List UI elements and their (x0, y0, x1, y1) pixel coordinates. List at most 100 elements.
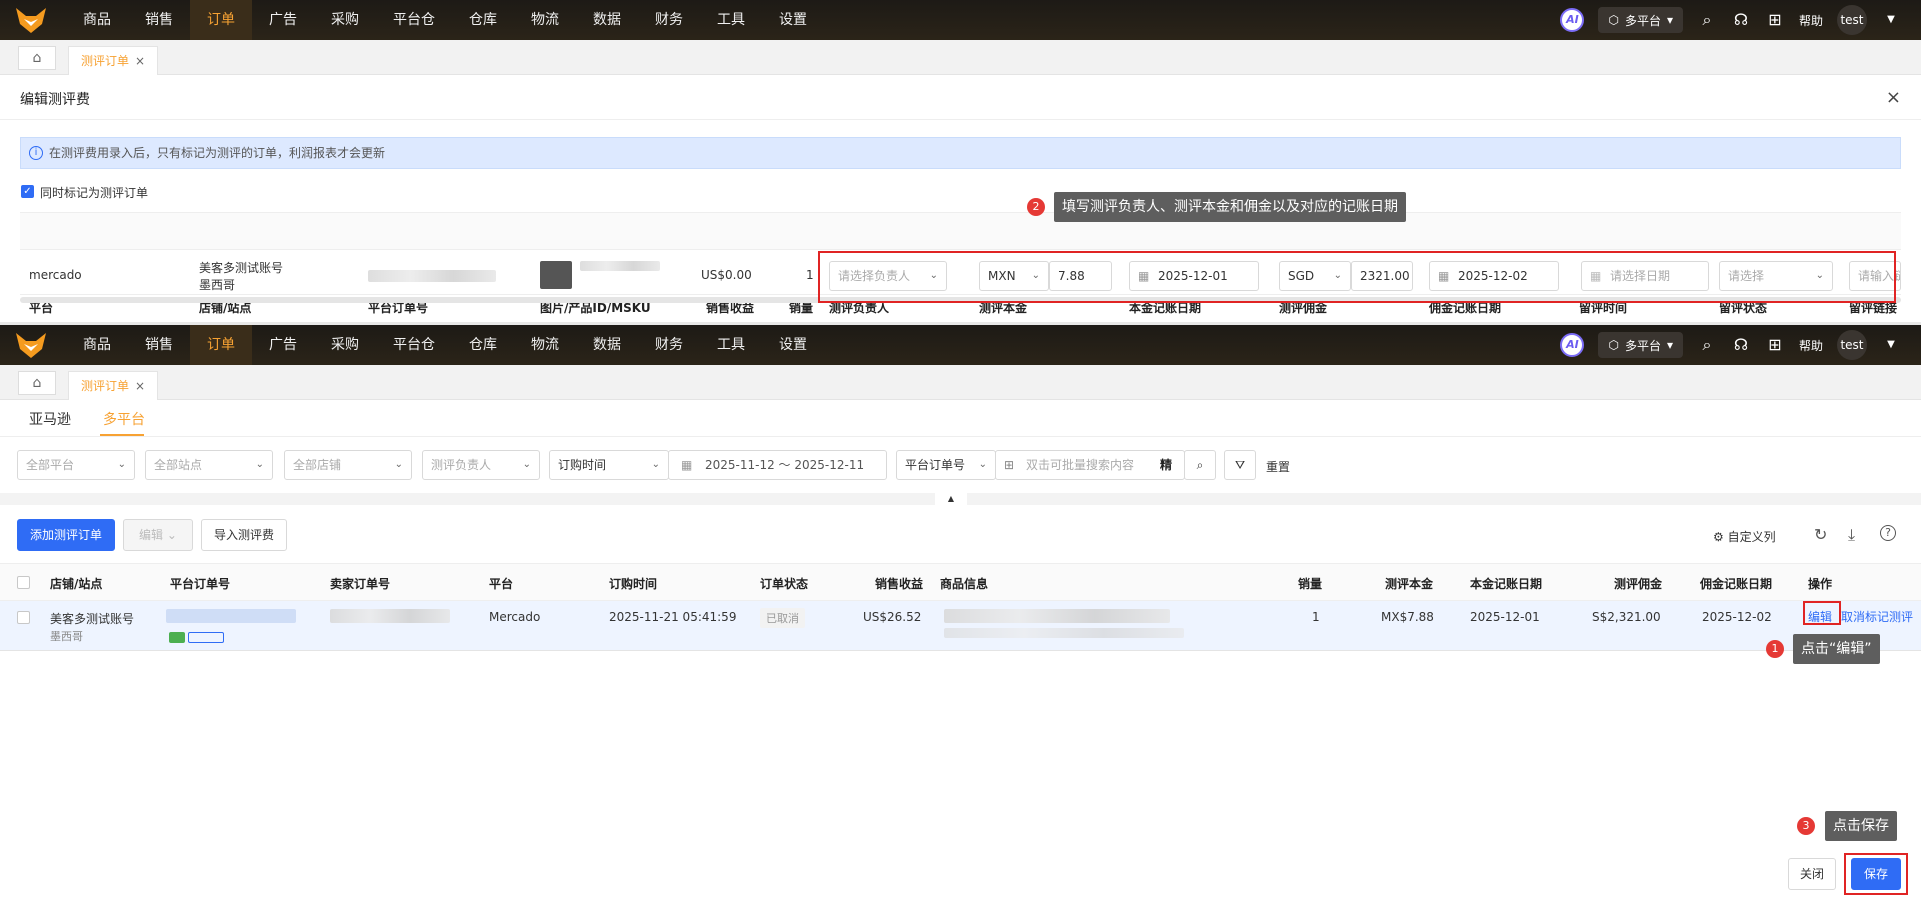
search-type-select[interactable]: 平台订单号 ⌄ (896, 450, 996, 480)
row-commission: S$2,321.00 (1592, 610, 1661, 624)
nav-item[interactable]: 工具 (700, 325, 762, 365)
custom-columns-button[interactable]: ⚙ 自定义列 (1713, 528, 1776, 545)
apps-grid-icon[interactable]: ⊞ (1765, 10, 1785, 30)
nav-item[interactable]: 仓库 (452, 325, 514, 365)
tab-label: 测评订单 (81, 54, 130, 68)
modal-title: 编辑测评费 (20, 92, 90, 108)
bulk-edit-button[interactable]: 编辑 ⌄ (123, 519, 193, 551)
import-fee-button[interactable]: 导入测评费 (201, 519, 287, 551)
caret-down-icon: ▾ (1666, 338, 1673, 352)
select-all-checkbox[interactable] (17, 576, 30, 589)
list-column-header: 测评佣金 (1614, 577, 1663, 591)
close-button[interactable]: 关闭 (1788, 858, 1836, 890)
redacted-seller-order (330, 609, 450, 623)
cube-icon: ⬡ (1608, 338, 1619, 352)
nav-item[interactable]: 工具 (700, 0, 762, 40)
list-column-header: 销售收益 (875, 577, 924, 591)
apps-grid-icon[interactable]: ⊞ (1765, 335, 1785, 355)
nav-item[interactable]: 商品 (66, 325, 128, 365)
nav-item[interactable]: 物流 (514, 0, 576, 40)
nav-item[interactable]: 订单 (190, 325, 252, 365)
nav-item[interactable]: 销售 (128, 325, 190, 365)
platform-selector[interactable]: ⬡ 多平台 ▾ (1598, 7, 1683, 33)
gear-icon: ⚙ (1713, 530, 1724, 544)
nav-item[interactable]: 数据 (576, 0, 638, 40)
user-caret-icon[interactable]: ▼ (1881, 10, 1901, 30)
step-1-badge: 1 (1766, 640, 1784, 658)
ai-icon[interactable]: AI (1560, 333, 1585, 357)
tab-close-icon[interactable]: × (135, 54, 145, 68)
refresh-icon[interactable]: ↻ (1814, 525, 1827, 544)
site-filter[interactable]: 全部站点 ⌄ (145, 450, 273, 480)
help-link[interactable]: 帮助 (1799, 337, 1823, 354)
step-2-callout: 填写测评负责人、测评本金和佣金以及对应的记账日期 (1054, 192, 1406, 222)
nav-item[interactable]: 仓库 (452, 0, 514, 40)
nav-item[interactable]: 订单 (190, 0, 252, 40)
review-tag-badge (188, 632, 224, 643)
reset-link[interactable]: 重置 (1266, 458, 1290, 475)
download-icon[interactable]: ⤓ (1848, 525, 1855, 545)
tag-badge (169, 632, 185, 643)
highlight-edit-box (1803, 601, 1841, 625)
help-icon[interactable]: ? (1880, 525, 1896, 541)
tab-bar-2: ⌂ 测评订单 × (0, 365, 1921, 400)
user-avatar[interactable]: test (1837, 5, 1867, 35)
nav-item[interactable]: 采购 (314, 0, 376, 40)
nav-item[interactable]: 财务 (638, 325, 700, 365)
date-range-input[interactable]: ▦ 2025-11-12 ～ 2025-12-11 (668, 450, 887, 480)
modal-close-icon[interactable]: × (1886, 87, 1901, 108)
tab-review-orders[interactable]: 测评订单 × (68, 46, 159, 75)
add-review-order-button[interactable]: 添加测评订单 (17, 519, 115, 551)
fox-logo-icon[interactable] (14, 6, 48, 34)
subtab-multiplatform[interactable]: 多平台 (103, 409, 145, 429)
tab-close-icon[interactable]: × (135, 379, 145, 393)
help-link[interactable]: 帮助 (1799, 12, 1823, 29)
unmark-review-link[interactable]: 取消标记测评 (1841, 608, 1913, 625)
step-3-callout: 点击保存 (1825, 811, 1897, 841)
modal-platform: mercado (29, 268, 82, 282)
collapse-up-icon[interactable]: ▲ (935, 493, 967, 505)
search-icon[interactable]: ⌕ (1697, 335, 1717, 355)
search-icon[interactable]: ⌕ (1697, 10, 1717, 30)
mark-review-checkbox[interactable]: ✓ (21, 185, 34, 198)
nav-item[interactable]: 广告 (252, 0, 314, 40)
nav-item[interactable]: 广告 (252, 325, 314, 365)
nav-item[interactable]: 设置 (762, 0, 824, 40)
ai-icon[interactable]: AI (1560, 8, 1585, 32)
info-icon: i (29, 146, 43, 160)
headset-icon[interactable]: ☊ (1731, 335, 1751, 355)
nav-item[interactable]: 采购 (314, 325, 376, 365)
owner-filter[interactable]: 测评负责人 ⌄ (422, 450, 540, 480)
time-type-select[interactable]: 订购时间 ⌄ (549, 450, 669, 480)
main-nav: 商品 销售 订单 广告 采购 平台仓 仓库 物流 数据 财务 工具 设置 (66, 325, 824, 365)
top-navbar-2: 商品 销售 订单 广告 采购 平台仓 仓库 物流 数据 财务 工具 设置 AI ⬡ 多平台 ▾ ⌕ ☊ ⊞… (0, 325, 1921, 365)
row-checkbox[interactable] (17, 611, 30, 624)
nav-item[interactable]: 数据 (576, 325, 638, 365)
user-avatar[interactable]: test (1837, 330, 1867, 360)
nav-item[interactable]: 平台仓 (376, 0, 452, 40)
platform-selector[interactable]: ⬡ 多平台 ▾ (1598, 332, 1683, 358)
home-icon[interactable]: ⌂ (18, 371, 56, 395)
user-caret-icon[interactable]: ▼ (1881, 335, 1901, 355)
fox-logo-icon[interactable] (14, 331, 48, 359)
nav-item[interactable]: 平台仓 (376, 325, 452, 365)
headset-icon[interactable]: ☊ (1731, 10, 1751, 30)
nav-item[interactable]: 物流 (514, 325, 576, 365)
step-2-badge: 2 (1027, 198, 1045, 216)
nav-item[interactable]: 财务 (638, 0, 700, 40)
shop-filter[interactable]: 全部店铺 ⌄ (284, 450, 412, 480)
nav-item[interactable]: 商品 (66, 0, 128, 40)
chevron-down-icon: ⌄ (978, 459, 987, 470)
filter-icon[interactable]: ⛛ (1224, 450, 1256, 480)
search-button-icon[interactable]: ⌕ (1184, 450, 1216, 480)
platform-filter[interactable]: 全部平台 ⌄ (17, 450, 135, 480)
batch-search-input[interactable]: ⊞ 双击可批量搜索内容精 (995, 450, 1185, 480)
redacted-product-info-2 (944, 628, 1184, 638)
grid-icon: ⊞ (1004, 458, 1015, 472)
subtab-amazon[interactable]: 亚马逊 (29, 409, 71, 429)
nav-item[interactable]: 销售 (128, 0, 190, 40)
home-icon[interactable]: ⌂ (18, 46, 56, 70)
nav-item[interactable]: 设置 (762, 325, 824, 365)
exact-toggle[interactable]: 精 (1160, 451, 1172, 479)
tab-review-orders[interactable]: 测评订单 × (68, 371, 159, 400)
